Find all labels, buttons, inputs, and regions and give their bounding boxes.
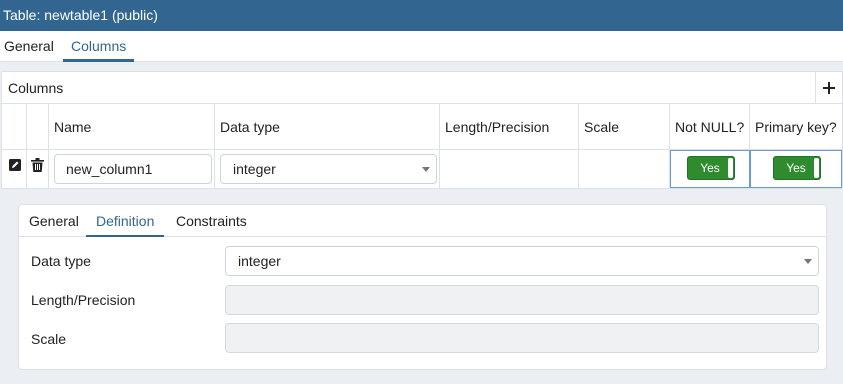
scale-input[interactable] [225,323,819,353]
detail-tab-constraints[interactable]: Constraints [176,205,247,237]
table-row: new_column1 integer Yes Yes [2,150,842,188]
column-detail-panel: General Definition Constraints Data type… [18,204,827,370]
not-null-cell: Yes [670,150,750,188]
column-header-scale[interactable]: Scale [579,104,670,149]
detail-tab-bar: General Definition Constraints [19,205,826,237]
columns-header-row: Name Data type Length/Precision Scale No… [2,104,842,150]
edit-cell [2,150,27,188]
toggle-knob [728,158,733,178]
column-name-input[interactable]: new_column1 [54,154,212,184]
data-type-label: Data type [31,253,91,269]
primary-key-cell: Yes [750,150,842,188]
toggle-knob [814,158,819,178]
dialog-title: Table: newtable1 (public) [0,0,843,31]
not-null-toggle[interactable]: Yes [687,156,735,180]
scale-cell[interactable] [579,150,670,188]
length-precision-cell[interactable] [440,150,579,188]
header-delete-cell [27,104,49,149]
scale-label: Scale [31,331,67,347]
plus-icon [823,82,835,94]
column-header-data-type[interactable]: Data type [215,104,440,149]
not-null-toggle-label: Yes [700,161,720,175]
detail-tab-general[interactable]: General [29,205,79,237]
tab-general[interactable]: General [4,31,54,62]
primary-key-toggle[interactable]: Yes [773,156,821,180]
name-cell: new_column1 [49,150,215,188]
columns-grid-title: Columns [8,80,64,96]
column-header-primary-key[interactable]: Primary key? [750,104,842,149]
chevron-down-icon [422,167,430,172]
header-edit-cell [2,104,27,149]
main-tab-bar: General Columns [0,31,843,62]
detail-tab-definition[interactable]: Definition [85,205,165,237]
edit-icon[interactable] [9,159,21,171]
column-header-not-null[interactable]: Not NULL? [670,104,750,149]
length-precision-label: Length/Precision [31,292,136,308]
columns-grid-header: Columns [2,72,842,104]
column-header-length-precision[interactable]: Length/Precision [440,104,579,149]
definition-data-type-value: integer [238,253,281,269]
delete-cell [27,150,49,188]
primary-key-toggle-label: Yes [786,161,806,175]
column-header-name[interactable]: Name [49,104,215,149]
data-type-cell: integer [215,150,440,188]
length-precision-input[interactable] [225,285,819,315]
add-column-button[interactable] [815,72,842,104]
columns-grid: Columns Name Data type Length/Precision … [1,71,843,189]
data-type-select[interactable]: integer [220,154,437,184]
data-type-select-value: integer [233,161,276,177]
trash-icon[interactable] [31,158,44,172]
tab-columns[interactable]: Columns [62,31,135,62]
chevron-down-icon [804,259,812,264]
definition-data-type-select[interactable]: integer [225,246,819,276]
